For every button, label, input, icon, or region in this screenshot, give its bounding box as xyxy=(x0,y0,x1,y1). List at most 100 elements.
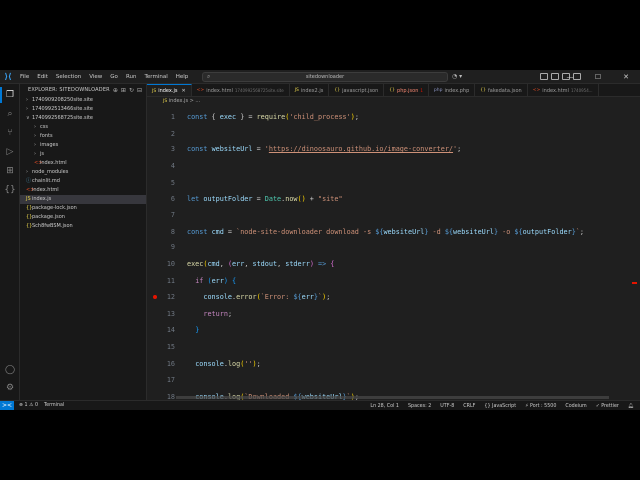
breadcrumb-rest[interactable]: > ... xyxy=(190,98,201,104)
tab[interactable]: JS index2.js xyxy=(290,84,330,96)
new-folder-icon[interactable]: ⊞ xyxy=(121,87,126,94)
code-line[interactable]: 6 let outputFolder = Date.now() + "site" xyxy=(147,193,640,205)
close-button[interactable]: ✕ xyxy=(612,70,640,84)
tab[interactable]: {} javascript.json xyxy=(329,84,385,96)
menu-selection[interactable]: Selection xyxy=(52,74,85,80)
tree-item-label: js xyxy=(40,151,44,157)
code-line[interactable]: 2 xyxy=(147,128,640,140)
code-token: websiteUrl xyxy=(211,145,253,154)
code-line[interactable]: 4 xyxy=(147,160,640,172)
extensions-icon[interactable]: ⊞ xyxy=(4,165,16,177)
tree-item[interactable]: JSindex.js xyxy=(20,195,146,204)
editor-tabs: JS index.js ✕ <> index.html 1740992568725site… xyxy=(147,84,640,97)
source-control-icon[interactable]: ⑂ xyxy=(4,127,16,139)
code-text: exec(cmd, (err, stdout, stderr) => { xyxy=(187,258,334,270)
horizontal-scrollbar[interactable] xyxy=(176,396,609,399)
search-icon[interactable]: ⌕ xyxy=(4,108,16,120)
code-line[interactable]: 16 console.log(''); xyxy=(147,358,640,370)
tree-item[interactable]: › 1740909208250site.site xyxy=(20,96,146,105)
json-icon[interactable]: {} xyxy=(4,184,16,196)
menu-edit[interactable]: Edit xyxy=(33,74,52,80)
new-file-icon[interactable]: ⊕ xyxy=(113,87,118,94)
tree-item[interactable]: › images xyxy=(20,141,146,150)
problems-status[interactable]: ⊗ 1 ⚠ 0 xyxy=(19,403,38,408)
tab[interactable]: JS index.js ✕ xyxy=(147,84,192,96)
tree-item[interactable]: › 1740992513466site.site xyxy=(20,105,146,114)
run-debug-icon[interactable]: ▷ xyxy=(4,146,16,158)
tree-item[interactable]: › css xyxy=(20,123,146,132)
line-number: 1 xyxy=(170,113,175,121)
copilot-icon[interactable]: ◔ ▾ xyxy=(452,73,462,80)
encoding[interactable]: UTF-8 xyxy=(440,404,454,409)
code-line[interactable]: 12 console.error(`Error: ${err}`); xyxy=(147,291,640,303)
end-of-line[interactable]: CRLF xyxy=(463,404,475,409)
tree-item[interactable]: › node_modules xyxy=(20,168,146,177)
explorer-actions: ⊕ ⊞ ↻ ⊟ xyxy=(113,87,142,94)
menu-run[interactable]: Run xyxy=(122,74,141,80)
language-mode[interactable]: {} JavaScript xyxy=(484,404,516,409)
tree-item[interactable]: <>index.html xyxy=(20,159,146,168)
code-line[interactable]: 5 xyxy=(147,177,640,189)
prettier-status[interactable]: ✓ Prettier xyxy=(596,404,619,409)
live-server-port[interactable]: ⚡ Port : 5500 xyxy=(525,404,556,409)
code-line[interactable]: 14 } xyxy=(147,324,640,336)
tab[interactable]: php index.php xyxy=(429,84,476,96)
toggle-primary-sidebar-icon[interactable] xyxy=(540,73,548,80)
indentation[interactable]: Spaces: 2 xyxy=(408,404,431,409)
tree-item-label: index.html xyxy=(32,187,59,193)
refresh-icon[interactable]: ↻ xyxy=(129,87,134,94)
tab[interactable]: <> index.html 1740992568725site.site xyxy=(192,84,290,96)
code-line[interactable]: 9 xyxy=(147,241,640,253)
overview-ruler[interactable] xyxy=(630,106,638,400)
line-number: 18 xyxy=(166,393,175,400)
tree-item[interactable]: {}package-lock.json xyxy=(20,204,146,213)
code-line[interactable]: 1 const { exec } = require('child_process… xyxy=(147,111,640,123)
settings-gear-icon[interactable]: ⚙ xyxy=(4,382,16,394)
line-number: 4 xyxy=(170,161,175,170)
menu-file[interactable]: File xyxy=(16,74,33,80)
codeium-status[interactable]: Codeium xyxy=(565,404,586,409)
code-line[interactable]: 3 const websiteUrl = 'https://dinoosauro.… xyxy=(147,143,640,155)
cursor-position[interactable]: Ln 28, Col 1 xyxy=(370,404,399,409)
code-line[interactable]: 8 const cmd = `node-site-downloader downl… xyxy=(147,226,640,238)
tab[interactable]: <> index.html 1740954... xyxy=(528,84,599,96)
code-token: return xyxy=(203,309,228,318)
tab-close-icon[interactable]: ✕ xyxy=(181,88,185,94)
tree-item[interactable]: <>index.html xyxy=(20,186,146,195)
tree-item[interactable]: › fonts xyxy=(20,132,146,141)
tree-item[interactable]: › js xyxy=(20,150,146,159)
menu-go[interactable]: Go xyxy=(106,74,122,80)
code-token: exec xyxy=(219,113,237,121)
code-line[interactable]: 7 xyxy=(147,209,640,221)
menu-help[interactable]: Help xyxy=(172,74,193,80)
code-editor[interactable]: 1 const { exec } = require('child_process… xyxy=(147,106,640,400)
menu-terminal[interactable]: Terminal xyxy=(140,74,171,80)
tree-item[interactable]: {}Sch8fwBSM.json xyxy=(20,222,146,231)
tree-item[interactable]: ∨ 1740992568725site.site xyxy=(20,114,146,123)
code-token: const xyxy=(187,227,208,236)
tab[interactable]: {} php.json 1 xyxy=(384,84,429,96)
menu-view[interactable]: View xyxy=(85,74,106,80)
tree-item-label: 1740992568725site.site xyxy=(32,115,94,121)
terminal-status[interactable]: Terminal xyxy=(44,403,64,408)
tree-item[interactable]: {}package.json xyxy=(20,213,146,222)
breadcrumb-file[interactable]: index.js xyxy=(169,98,188,104)
maximize-button[interactable]: ☐ xyxy=(584,70,612,84)
code-line[interactable]: 10 exec(cmd, (err, stdout, stderr) => { xyxy=(147,258,640,270)
collapse-all-icon[interactable]: ⊟ xyxy=(137,87,142,94)
minimize-button[interactable]: — xyxy=(556,70,584,84)
tree-item[interactable]: ⓘchainlit.md xyxy=(20,177,146,186)
code-line[interactable]: 17 xyxy=(147,374,640,386)
remote-indicator[interactable]: >< xyxy=(0,400,14,410)
notifications-bell-icon[interactable]: 🔔︎ xyxy=(628,404,634,409)
tree-item-label: 1740992513466site.site xyxy=(32,106,94,112)
account-icon[interactable]: ◯ xyxy=(4,364,16,376)
explorer-icon[interactable]: ❐ xyxy=(0,87,16,103)
code-line[interactable]: 13 return; xyxy=(147,308,640,320)
window-controls: — ☐ ✕ xyxy=(556,70,640,84)
code-text: console.error(`Error: ${err}`); xyxy=(187,291,330,303)
code-line[interactable]: 15 xyxy=(147,341,640,353)
code-line[interactable]: 11 if (err) { xyxy=(147,275,640,287)
tab[interactable]: {} fakedata.json xyxy=(475,84,528,96)
command-center-search[interactable]: ⌕ sitedownloader xyxy=(202,72,448,82)
